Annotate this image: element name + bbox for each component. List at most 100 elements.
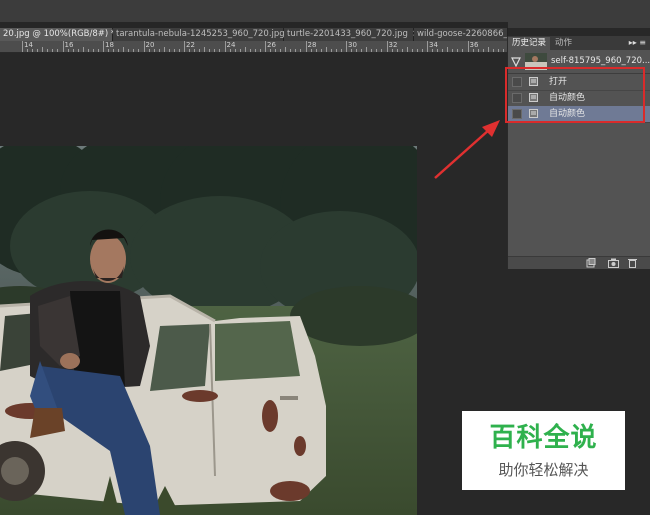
ruler-tick: [366, 47, 368, 52]
tab-label: wild-goose-2260866_960_720.j: [417, 29, 508, 39]
ruler-tick: [295, 49, 297, 52]
ruler-tick: [457, 49, 459, 52]
ruler-tick: [396, 49, 398, 52]
ruler-tick: [487, 47, 489, 52]
ruler-tick: [371, 49, 373, 52]
ruler-tick: [184, 41, 185, 52]
ruler-tick: [502, 49, 504, 52]
ruler-tick: [340, 49, 342, 52]
new-document-from-state-icon[interactable]: [586, 258, 596, 268]
ruler-tick: [189, 49, 191, 52]
ruler-tick: [310, 49, 312, 52]
ruler-tick: [346, 41, 347, 52]
ruler-tick: [270, 49, 272, 52]
ruler-tick: [381, 49, 383, 52]
ruler-label: 30: [348, 41, 357, 49]
ruler-tick: [42, 47, 44, 52]
ruler-tick: [254, 49, 256, 52]
ruler-label: 28: [307, 41, 317, 49]
ruler-tick: [411, 49, 413, 52]
ruler-tick: [214, 49, 216, 52]
ruler-tick: [103, 41, 104, 52]
horizontal-ruler[interactable]: 14 16 18 20 22 24 26 28 30 32 34 36: [0, 41, 508, 53]
tab-label: tarantula-nebula-1245253_960_720.jpg: [116, 29, 285, 39]
ruler-tick: [27, 49, 29, 52]
tab-actions[interactable]: 动作: [551, 37, 576, 50]
ruler-tick: [376, 49, 378, 52]
photo-man-on-old-car: [0, 146, 417, 515]
ruler-tick: [497, 49, 499, 52]
ruler-tick: [108, 49, 110, 52]
ruler-tick: [356, 49, 358, 52]
ruler-tick: [462, 49, 464, 52]
ruler-tick: [234, 49, 236, 52]
ruler-tick: [482, 49, 484, 52]
ruler-tick: [330, 49, 332, 52]
panel-tab-bar: 历史记录 动作 ▸▸ ≡: [508, 36, 650, 50]
ruler-tick: [265, 41, 266, 52]
title-bar: [0, 0, 650, 28]
ruler-tick: [113, 49, 115, 52]
ruler-label: 16: [64, 41, 74, 49]
ruler-tick: [315, 49, 317, 52]
ruler-tick: [199, 49, 201, 52]
ruler-tick: [259, 49, 261, 52]
camera-icon[interactable]: [608, 258, 619, 268]
panel-footer: [508, 256, 650, 269]
ruler-tick: [138, 49, 140, 52]
ruler-tick: [209, 49, 211, 52]
ruler-tick: [467, 41, 469, 52]
highlight-box: [505, 67, 645, 123]
ruler-label: 20: [145, 41, 155, 49]
history-brush-icon[interactable]: [511, 56, 521, 67]
ruler-tick: [492, 49, 494, 52]
ruler-tick: [472, 49, 474, 52]
ruler-tick: [47, 49, 49, 52]
ruler-tick: [325, 47, 327, 52]
tab-history[interactable]: 历史记录: [508, 37, 551, 50]
ruler-tick: [67, 49, 69, 52]
trash-icon[interactable]: [628, 258, 637, 268]
document-canvas[interactable]: [0, 146, 417, 515]
snapshot-label: self-815795_960_720....: [551, 56, 650, 66]
ruler-label: 34: [429, 41, 438, 49]
document-tab[interactable]: tarantula-nebula-1245253_960_720.jpg×: [113, 28, 296, 41]
ruler-label: 14: [24, 41, 33, 49]
panel-menu-icon[interactable]: ▸▸ ≡: [629, 37, 646, 49]
ruler-label: 22: [186, 41, 195, 49]
ruler-tick: [32, 49, 34, 52]
document-tab-active[interactable]: 20.jpg @ 100%(RGB/8#) *×: [0, 28, 126, 41]
ruler-tick: [128, 49, 130, 52]
ruler-tick: [163, 47, 165, 52]
ruler-tick: [77, 49, 79, 52]
ruler-tick: [224, 41, 226, 52]
ruler-tick: [194, 49, 196, 52]
ruler-tick: [22, 41, 23, 52]
ruler-tick: [173, 49, 175, 52]
ruler-tick: [249, 49, 251, 52]
ruler-tick: [391, 49, 393, 52]
annotation-arrow-icon: [434, 120, 500, 179]
ruler-label: 36: [469, 41, 479, 49]
ruler-label: 26: [267, 41, 276, 49]
ruler-tick: [62, 41, 64, 52]
ruler-tick: [300, 49, 302, 52]
ruler-tick: [143, 41, 145, 52]
ruler-tick: [72, 49, 74, 52]
ruler-tick: [386, 41, 388, 52]
ruler-label: 24: [226, 41, 236, 49]
document-tab[interactable]: turtle-2201433_960_720.jpg×: [284, 28, 419, 41]
ruler-tick: [57, 49, 59, 52]
ruler-tick: [280, 49, 282, 52]
ruler-tick: [87, 49, 89, 52]
ruler-tick: [442, 49, 444, 52]
ruler-tick: [447, 47, 449, 52]
document-tab[interactable]: wild-goose-2260866_960_720.j: [414, 28, 508, 41]
ruler-tick: [427, 41, 428, 52]
tab-label: 20.jpg @ 100%(RGB/8#) *: [3, 29, 116, 39]
ruler-tick: [118, 49, 120, 52]
ruler-tick: [290, 49, 292, 52]
ruler-tick: [437, 49, 439, 52]
ruler-tick: [320, 49, 322, 52]
watermark-logo: 百科全说 助你轻松解决: [462, 411, 625, 490]
